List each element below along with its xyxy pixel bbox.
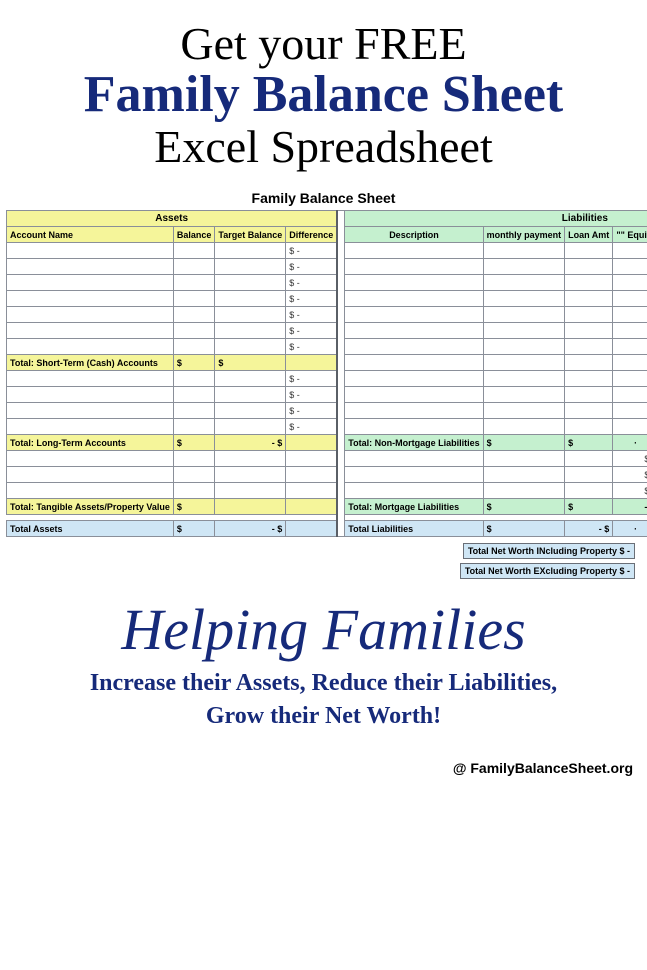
row-total-liab: Total Liabilities: [345, 521, 483, 537]
credit: @ FamilyBalanceSheet.org: [0, 740, 647, 776]
col-target: Target Balance: [215, 227, 286, 243]
header-line3: Excel Spreadsheet: [10, 123, 637, 171]
row-shortterm: Total: Short-Term (Cash) Accounts: [7, 355, 174, 371]
row-total-assets: Total Assets: [7, 521, 174, 537]
footer-line2: Grow their Net Worth!: [12, 700, 635, 732]
row-mortgage: Total: Mortgage Liabilities: [345, 499, 483, 515]
row-tangible: Total: Tangible Assets/Property Value: [7, 499, 174, 515]
networth-excluding: Total Net Worth EXcluding Property $ -: [460, 563, 635, 579]
col-diff: Difference: [286, 227, 338, 243]
header-line2: Family Balance Sheet: [10, 68, 637, 123]
footer: Helping Families Increase their Assets, …: [0, 579, 647, 740]
header-line1: Get your FREE: [10, 20, 637, 68]
assets-header: Assets: [7, 211, 338, 227]
networth-including: Total Net Worth INcluding Property $ -: [463, 543, 635, 559]
liabilities-header: Liabilities: [345, 211, 647, 227]
col-equity: "" Equity: [613, 227, 647, 243]
sheet-title: Family Balance Sheet: [6, 186, 641, 210]
networth-box: Total Net Worth INcluding Property $ - T…: [6, 543, 635, 579]
header: Get your FREE Family Balance Sheet Excel…: [0, 0, 647, 186]
col-account: Account Name: [7, 227, 174, 243]
balance-table: Assets Liabilities Account Name Balance …: [6, 210, 647, 537]
row-nonmortgage: Total: Non-Mortgage Liabilities: [345, 435, 483, 451]
col-monthly: monthly payment: [483, 227, 565, 243]
row-longterm: Total: Long-Term Accounts: [7, 435, 174, 451]
footer-script: Helping Families: [12, 601, 635, 659]
col-loan: Loan Amt: [565, 227, 613, 243]
footer-line1: Increase their Assets, Reduce their Liab…: [12, 667, 635, 699]
spreadsheet: Family Balance Sheet Assets Liabilities …: [0, 186, 647, 579]
col-balance: Balance: [173, 227, 215, 243]
col-desc: Description: [345, 227, 483, 243]
